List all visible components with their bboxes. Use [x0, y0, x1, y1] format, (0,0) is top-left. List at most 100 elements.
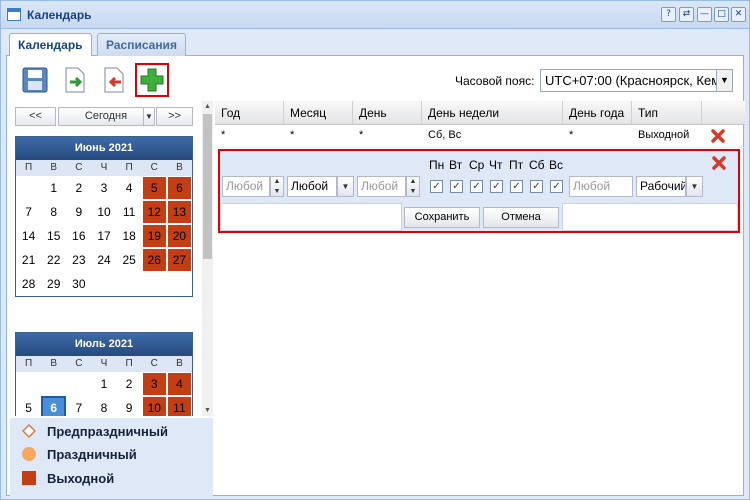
calendar-day[interactable]: 26 [141, 248, 167, 272]
weekday-checkbox[interactable]: ✓ [510, 180, 523, 193]
table-row[interactable]: * * * Сб, Вс * Выходной [215, 125, 745, 148]
calendar-day[interactable]: 8 [91, 396, 116, 416]
add-icon[interactable] [135, 63, 169, 97]
calendar-day[interactable]: 10 [141, 396, 167, 416]
timezone-select[interactable]: UTC+07:00 (Красноярск, Кеме ▼ [540, 69, 733, 92]
help-button[interactable]: ? [661, 7, 676, 22]
calendar-day[interactable]: 19 [141, 224, 167, 248]
calendar-day[interactable]: 15 [41, 224, 66, 248]
tab-calendar[interactable]: Календарь [9, 33, 92, 57]
year-spinner[interactable]: ▲ ▼ [270, 176, 284, 197]
calendar-scrollbar[interactable]: ▲ ▼ [202, 101, 213, 416]
calendar-day[interactable]: 11 [166, 396, 192, 416]
calendar-day[interactable]: 11 [117, 200, 142, 224]
cell-year: * [221, 129, 226, 141]
square-icon [22, 471, 36, 485]
calendar-day[interactable]: 27 [166, 248, 192, 272]
calendar-day[interactable]: 8 [41, 200, 66, 224]
calendar-day[interactable]: 2 [117, 372, 142, 396]
legend-label: Праздничный [47, 447, 137, 462]
weekday-header: П В С Ч П С В [16, 160, 192, 176]
tab-schedules[interactable]: Расписания [97, 33, 186, 56]
calendar-day[interactable]: 16 [66, 224, 91, 248]
yearday-field[interactable]: Любой [569, 176, 633, 197]
calendar-day[interactable]: 12 [141, 200, 167, 224]
month-calendar: Июнь 2021 П В С Ч П С В 1 2 3 4 5 6 7 8 9 10 11 12 1… [15, 136, 193, 297]
col-type[interactable]: Тип [632, 101, 702, 125]
calendar-day[interactable]: 10 [91, 200, 116, 224]
chevron-down-icon[interactable]: ▼ [716, 70, 732, 91]
calendar-day[interactable]: 1 [91, 372, 116, 396]
month-list[interactable]: Июнь 2021 П В С Ч П С В 1 2 3 4 5 6 7 8 9 10 11 12 1… [10, 101, 213, 416]
calendar-day[interactable]: 5 [16, 396, 41, 416]
weekday-checkbox[interactable]: ✓ [470, 180, 483, 193]
calendar-day[interactable]: 30 [66, 272, 91, 296]
close-button[interactable]: ✕ [731, 7, 746, 22]
col-year[interactable]: Год [215, 101, 284, 125]
calendar-day[interactable]: 3 [91, 176, 116, 200]
weekday-label: Ч [100, 358, 108, 369]
calendar-day[interactable]: 1 [41, 176, 66, 200]
calendar-day[interactable]: 6 [41, 396, 67, 416]
calendar-day[interactable]: 21 [16, 248, 41, 272]
calendar-day[interactable]: 7 [66, 396, 91, 416]
cancel-button[interactable]: Отмена [483, 207, 559, 228]
calendar-day[interactable]: 13 [166, 200, 192, 224]
scroll-up-icon[interactable]: ▲ [202, 101, 213, 112]
save-icon[interactable] [21, 66, 49, 94]
calendar-day[interactable]: 9 [117, 396, 142, 416]
calendar-day[interactable]: 28 [16, 272, 41, 296]
year-field[interactable]: Любой [222, 176, 270, 197]
maximize-button[interactable]: □ [714, 7, 729, 22]
month-select[interactable]: Любой [287, 176, 337, 197]
calendar-day[interactable]: 24 [91, 248, 116, 272]
calendar-day[interactable]: 6 [166, 176, 192, 200]
calendar-day[interactable]: 29 [41, 272, 66, 296]
type-select[interactable]: Рабочий [636, 176, 686, 197]
weekday-checkbox[interactable]: ✓ [550, 180, 563, 193]
calendar-day[interactable]: 14 [16, 224, 41, 248]
calendar-day[interactable]: 4 [117, 176, 142, 200]
col-weekday[interactable]: День недели [422, 101, 563, 125]
day-spinner[interactable]: ▲ ▼ [406, 176, 420, 197]
weekday-label: С [75, 358, 83, 369]
calendar-day[interactable]: 20 [166, 224, 192, 248]
calendar-day[interactable]: 9 [66, 200, 91, 224]
calendar-day[interactable]: 2 [66, 176, 91, 200]
calendar-day[interactable]: 22 [41, 248, 66, 272]
calendar-day [41, 372, 66, 396]
calendar-day[interactable]: 5 [141, 176, 167, 200]
calendar-day[interactable]: 18 [117, 224, 142, 248]
chevron-down-icon[interactable]: ▼ [686, 176, 703, 197]
col-day[interactable]: День [353, 101, 422, 125]
timezone-label: Часовой пояс: [455, 74, 535, 88]
export-icon[interactable] [99, 66, 127, 94]
calendar-day[interactable]: 17 [91, 224, 116, 248]
scroll-thumb[interactable] [203, 114, 212, 259]
weekday-checkbox[interactable]: ✓ [530, 180, 543, 193]
chevron-down-icon[interactable]: ▼ [337, 176, 354, 197]
calendar-day [16, 372, 41, 396]
delete-icon[interactable] [710, 128, 726, 144]
calendar-day[interactable]: 25 [117, 248, 142, 272]
delete-icon[interactable] [711, 155, 727, 171]
col-yearday[interactable]: День года [563, 101, 632, 125]
weekday-checkbox[interactable]: ✓ [450, 180, 463, 193]
weekday-label: П [125, 358, 133, 369]
weekday-checkbox[interactable]: ✓ [430, 180, 443, 193]
month-title: Июль 2021 [16, 333, 192, 356]
editor-spacer [562, 203, 738, 231]
import-icon[interactable] [60, 66, 88, 94]
minimize-button[interactable]: — [697, 7, 712, 22]
save-button[interactable]: Сохранить [404, 207, 480, 228]
calendar-day[interactable]: 4 [166, 372, 192, 396]
editor-buttons: Сохранить Отмена [220, 203, 738, 231]
weekday-checkbox[interactable]: ✓ [490, 180, 503, 193]
scroll-down-icon[interactable]: ▼ [202, 405, 213, 416]
day-field[interactable]: Любой [357, 176, 406, 197]
calendar-day[interactable]: 3 [141, 372, 167, 396]
calendar-day[interactable]: 7 [16, 200, 41, 224]
calendar-day[interactable]: 23 [66, 248, 91, 272]
restore-button[interactable]: ⇄ [679, 7, 694, 22]
col-month[interactable]: Месяц [284, 101, 353, 125]
